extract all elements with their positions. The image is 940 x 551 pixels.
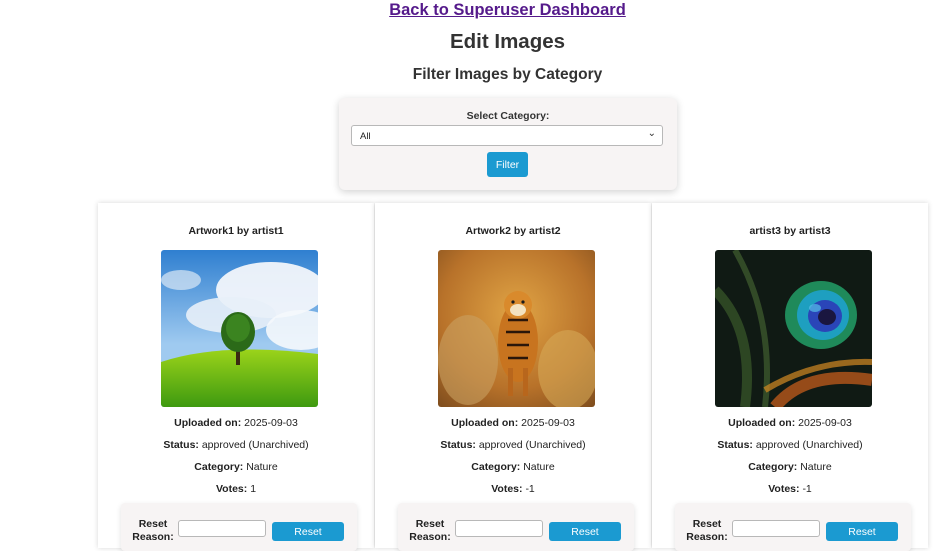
reset-reason-label: Reset Reason: [409, 518, 451, 543]
reset-panel: Reset Reason: Reset [398, 503, 634, 551]
image-card: artist3 by artist3 Uploaded on: 2025-09-… [652, 203, 928, 551]
reset-button[interactable]: Reset [549, 522, 621, 541]
reset-reason-input[interactable] [732, 520, 820, 537]
votes-text: Votes: -1 [768, 483, 812, 495]
back-to-dashboard-link[interactable]: Back to Superuser Dashboard [0, 0, 940, 20]
category-select-label: Select Category: [466, 110, 550, 122]
reset-panel: Reset Reason: Reset [121, 503, 357, 551]
reset-button[interactable]: Reset [272, 522, 344, 541]
filter-heading: Filter Images by Category [412, 66, 603, 83]
uploaded-date: Uploaded on: 2025-09-03 [174, 417, 298, 429]
reset-button[interactable]: Reset [826, 522, 898, 541]
reset-reason-label: Reset Reason: [686, 518, 728, 543]
status-text: Status: approved (Unarchived) [717, 439, 863, 451]
image-card: Artwork2 by artist2 Uploaded on: 2025-09 [375, 203, 651, 551]
category-text: Category: Nature [471, 461, 555, 473]
chevron-down-icon: ⌄ [647, 128, 656, 139]
uploaded-date: Uploaded on: 2025-09-03 [728, 417, 852, 429]
votes-text: Votes: -1 [491, 483, 535, 495]
filter-button[interactable]: Filter [487, 152, 528, 177]
votes-text: Votes: 1 [215, 483, 257, 495]
category-select-value: All [360, 131, 371, 142]
peacock-feather-image [715, 250, 872, 407]
status-text: Status: approved (Unarchived) [440, 439, 586, 451]
card-title: Artwork1 by artist1 [188, 225, 284, 237]
uploaded-date: Uploaded on: 2025-09-03 [451, 417, 575, 429]
landscape-tree-image [161, 250, 318, 407]
tiger-image [438, 250, 595, 407]
category-text: Category: Nature [194, 461, 278, 473]
reset-reason-label: Reset Reason: [132, 518, 174, 543]
status-text: Status: approved (Unarchived) [163, 439, 309, 451]
card-title: Artwork2 by artist2 [465, 225, 561, 237]
reset-reason-input[interactable] [455, 520, 543, 537]
category-text: Category: Nature [748, 461, 832, 473]
filter-panel: Select Category: All ⌄ Filter [339, 98, 677, 190]
card-title: artist3 by artist3 [749, 225, 831, 237]
image-card: Artwork1 by artist1 Uploaded on: 2025-09… [98, 203, 374, 551]
reset-panel: Reset Reason: Reset [675, 503, 911, 551]
category-select[interactable]: All ⌄ [351, 125, 663, 146]
page-title: Edit Images [449, 30, 566, 53]
reset-reason-input[interactable] [178, 520, 266, 537]
